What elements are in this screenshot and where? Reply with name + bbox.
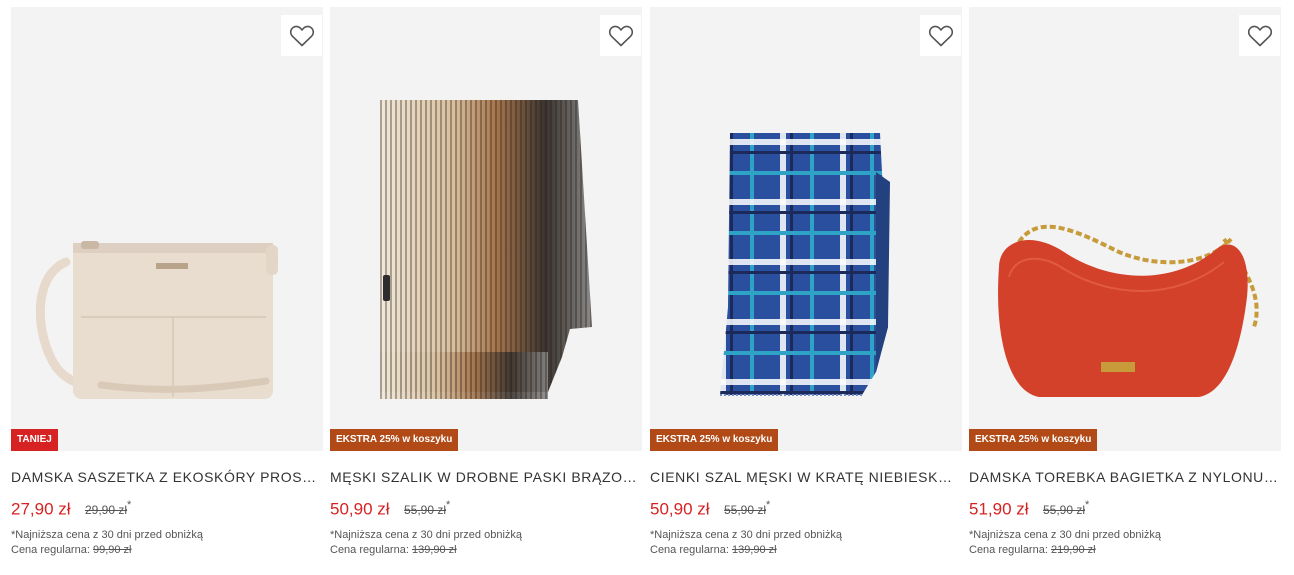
old-price: 55,90 zł	[724, 503, 767, 518]
price-row: 50,90 zł 55,90 zł*	[330, 499, 450, 519]
regular-price-line: Cena regularna: 139,90 zł	[650, 544, 777, 556]
favorite-button[interactable]	[281, 15, 322, 56]
regular-price-line: Cena regularna: 219,90 zł	[969, 544, 1096, 556]
price-footnote-marker: *	[127, 499, 132, 511]
heart-outline-icon	[928, 25, 953, 46]
product-image	[720, 133, 890, 396]
promo-badge: EKSTRA 25% w koszyku	[330, 429, 459, 451]
product-title[interactable]: DAMSKA TOREBKA BAGIETKA Z NYLONU NA...	[969, 469, 1281, 485]
heart-outline-icon	[1247, 25, 1272, 46]
regular-price: 219,90 zł	[1050, 544, 1096, 556]
regular-price: 139,90 zł	[411, 544, 457, 556]
favorite-button[interactable]	[920, 15, 961, 56]
product-image	[380, 100, 592, 399]
product-image-link[interactable]: EKSTRA 25% w koszyku	[969, 7, 1281, 451]
old-price: 55,90 zł	[404, 503, 447, 518]
lowest-price-note: *Najniższa cena z 30 dni przed obniżką	[330, 529, 523, 541]
product-image-link[interactable]: EKSTRA 25% w koszyku	[330, 7, 642, 451]
price-footnote-marker: *	[1085, 499, 1090, 511]
heart-outline-icon	[608, 25, 633, 46]
price-row: 50,90 zł 55,90 zł*	[650, 499, 770, 519]
product-grid: TANIEJ DAMSKA SASZETKA Z EKOSKÓRY PROSTA…	[0, 0, 1294, 575]
current-price: 27,90 zł	[11, 499, 71, 519]
lowest-price-note: *Najniższa cena z 30 dni przed obniżką	[650, 529, 843, 541]
product-card: EKSTRA 25% w koszyku CIENKI SZAL MĘSKI W…	[650, 7, 962, 572]
lowest-price-note: *Najniższa cena z 30 dni przed obniżką	[969, 529, 1162, 541]
regular-price-line: Cena regularna: 99,90 zł	[11, 544, 131, 556]
product-image-link[interactable]: TANIEJ	[11, 7, 323, 451]
heart-outline-icon	[289, 25, 314, 46]
price-row: 51,90 zł 55,90 zł*	[969, 499, 1089, 519]
lowest-price-note: *Najniższa cena z 30 dni przed obniżką	[11, 529, 204, 541]
product-card: TANIEJ DAMSKA SASZETKA Z EKOSKÓRY PROSTA…	[11, 7, 323, 572]
product-title[interactable]: DAMSKA SASZETKA Z EKOSKÓRY PROSTA B...	[11, 469, 323, 485]
product-card: EKSTRA 25% w koszyku MĘSKI SZALIK W DROB…	[330, 7, 642, 572]
old-price: 29,90 zł	[85, 503, 128, 518]
regular-price-label: Cena regularna:	[330, 544, 409, 556]
favorite-button[interactable]	[600, 15, 641, 56]
regular-price-line: Cena regularna: 139,90 zł	[330, 544, 457, 556]
product-card: EKSTRA 25% w koszyku DAMSKA TOREBKA BAGI…	[969, 7, 1281, 572]
product-title[interactable]: CIENKI SZAL MĘSKI W KRATĘ NIEBIESKO - C.…	[650, 469, 962, 485]
product-title[interactable]: MĘSKI SZALIK W DROBNE PASKI BRĄZOWO-...	[330, 469, 642, 485]
regular-price-label: Cena regularna:	[11, 544, 90, 556]
price-footnote-marker: *	[446, 499, 451, 511]
promo-badge: EKSTRA 25% w koszyku	[969, 429, 1098, 451]
product-image	[35, 241, 278, 399]
old-price: 55,90 zł	[1043, 503, 1086, 518]
product-image-link[interactable]: EKSTRA 25% w koszyku	[650, 7, 962, 451]
regular-price-label: Cena regularna:	[650, 544, 729, 556]
price-footnote-marker: *	[766, 499, 771, 511]
regular-price: 139,90 zł	[731, 544, 777, 556]
regular-price: 99,90 zł	[92, 544, 132, 556]
current-price: 50,90 zł	[650, 499, 710, 519]
regular-price-label: Cena regularna:	[969, 544, 1048, 556]
product-image	[998, 224, 1259, 397]
price-row: 27,90 zł 29,90 zł*	[11, 499, 131, 519]
discount-badge: TANIEJ	[11, 429, 58, 451]
current-price: 51,90 zł	[969, 499, 1029, 519]
promo-badge: EKSTRA 25% w koszyku	[650, 429, 779, 451]
current-price: 50,90 zł	[330, 499, 390, 519]
favorite-button[interactable]	[1239, 15, 1280, 56]
